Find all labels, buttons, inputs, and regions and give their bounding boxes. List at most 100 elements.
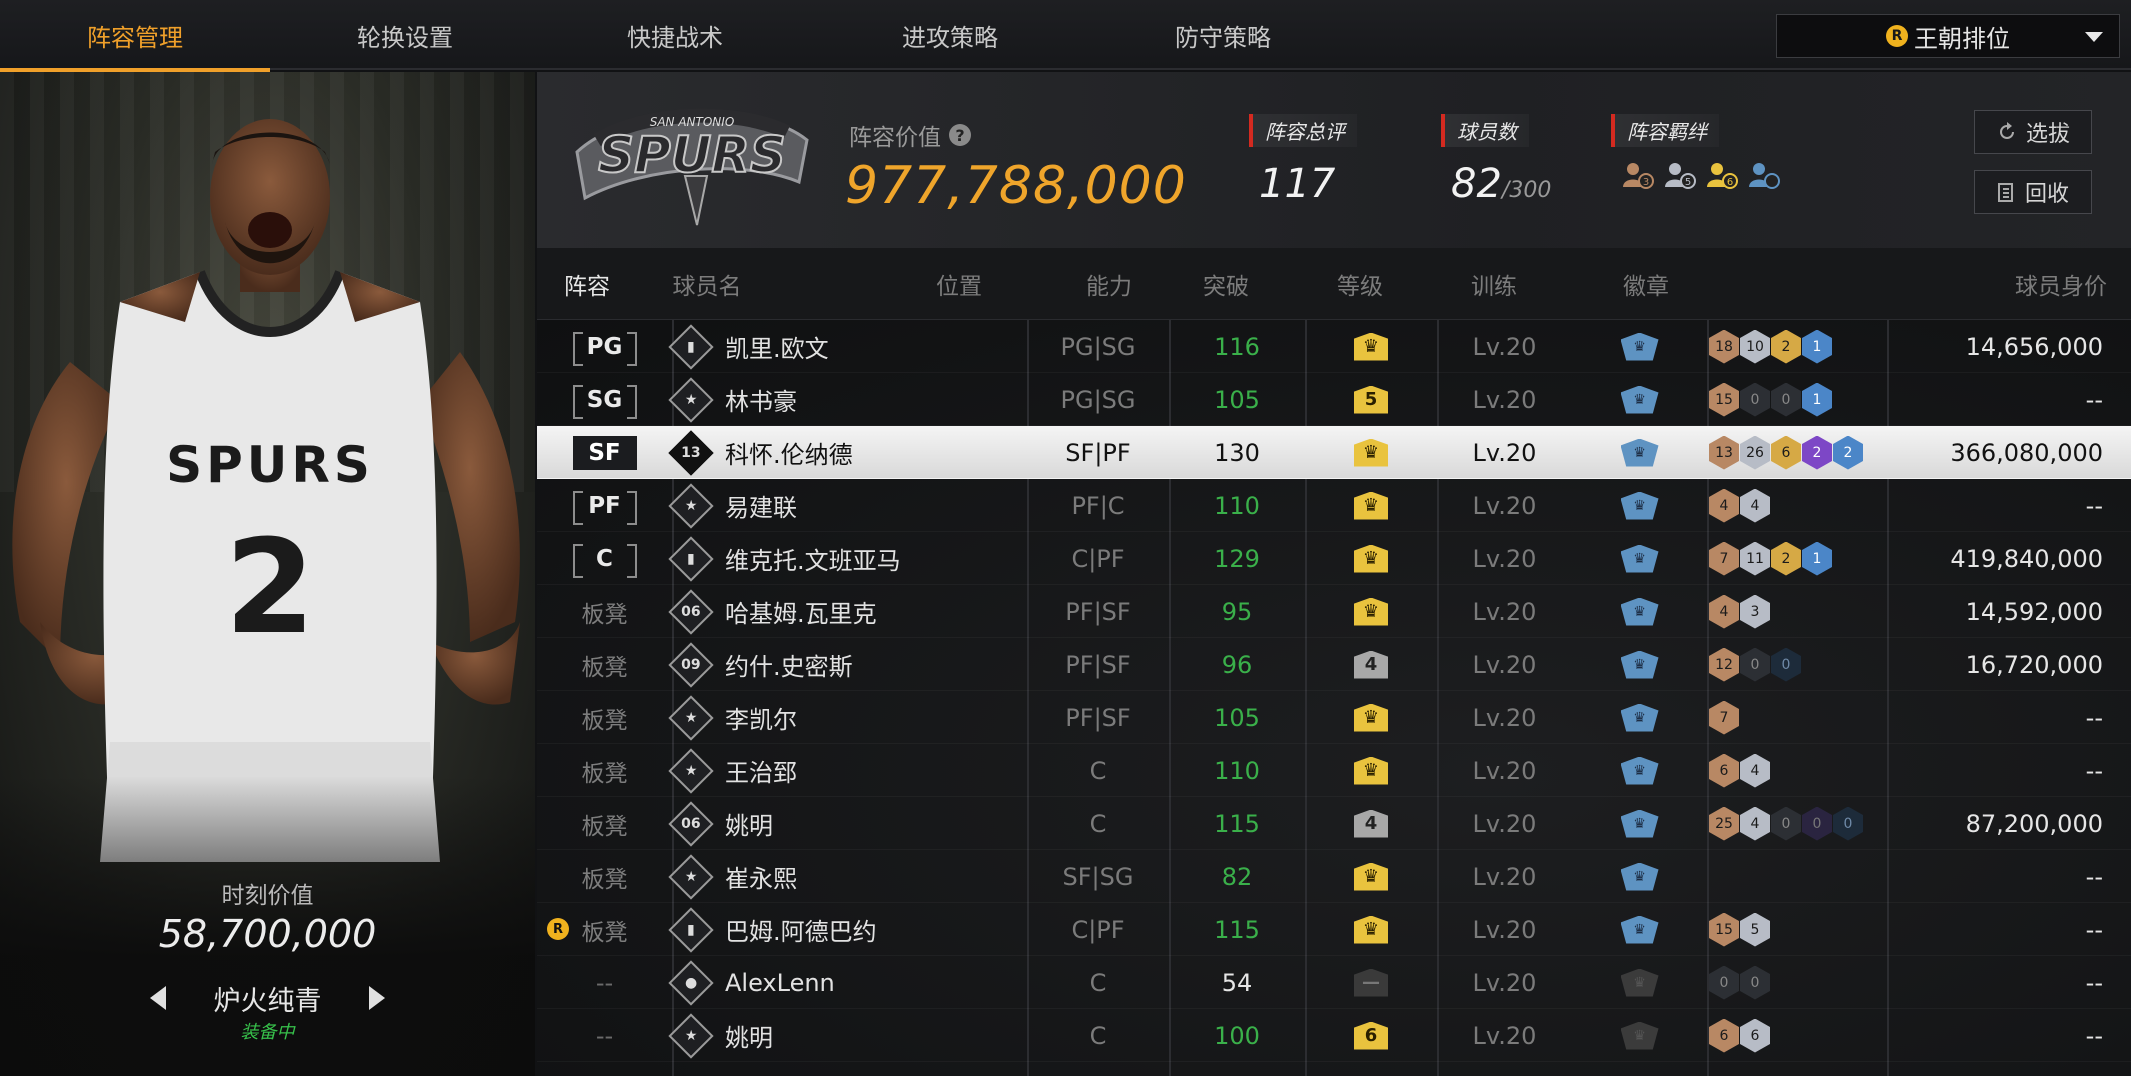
training-cell[interactable]: ♛ xyxy=(1572,585,1707,638)
badge-hex[interactable]: 13 xyxy=(1709,435,1739,470)
training-cell[interactable]: ♛ xyxy=(1572,956,1707,1009)
badge-hex[interactable]: 10 xyxy=(1740,329,1770,364)
training-cell[interactable]: ♛ xyxy=(1572,638,1707,691)
badge-hex[interactable]: 0 xyxy=(1740,647,1770,682)
badge-hex[interactable]: 1 xyxy=(1802,541,1832,576)
badge-hex[interactable]: 6 xyxy=(1709,753,1739,788)
badge-hex[interactable]: 0 xyxy=(1740,382,1770,417)
tab-rotation[interactable]: 轮换设置 xyxy=(270,0,540,70)
training-cell[interactable]: ♛ xyxy=(1572,426,1707,479)
training-cell[interactable]: ♛ xyxy=(1572,850,1707,903)
badge-hex[interactable]: 15 xyxy=(1709,912,1739,947)
ability-cell: 105 xyxy=(1214,703,1260,732)
player-value-cell: -- xyxy=(2085,756,2103,785)
badge-hex[interactable]: 26 xyxy=(1740,435,1770,470)
roster-row[interactable]: -- ● AlexLenn C 54 — Lv.20 ♛ 0 0 -- xyxy=(537,956,2131,1009)
training-cell[interactable]: ♛ xyxy=(1572,1009,1707,1062)
badge-hex[interactable]: 11 xyxy=(1740,541,1770,576)
player-value-cell: -- xyxy=(2085,968,2103,997)
badge-hex[interactable]: 25 xyxy=(1709,806,1739,841)
roster-row[interactable]: PF ★ 易建联 PF|C 110 ♛ Lv.20 ♛ 4 4 -- xyxy=(537,479,2131,532)
col-name[interactable]: 球员名 xyxy=(657,248,757,320)
roster-row[interactable]: 板凳 06 哈基姆.瓦里克 PF|SF 95 ♛ Lv.20 ♛ 4 3 14,592,000 xyxy=(537,585,2131,638)
next-skin-arrow-icon[interactable] xyxy=(369,986,385,1010)
player-capacity: /300 xyxy=(1501,178,1552,203)
badge-hex[interactable]: 18 xyxy=(1709,329,1739,364)
roster-row[interactable]: C ▮ 维克托.文班亚马 C|PF 129 ♛ Lv.20 ♛ 7 11 2 1 419,840,000 xyxy=(537,532,2131,585)
mode-dropdown[interactable]: R 王朝排位 xyxy=(1776,14,2120,58)
tab-quick-tactics[interactable]: 快捷战术 xyxy=(540,0,810,70)
training-cell[interactable]: ♛ xyxy=(1572,903,1707,956)
badge-hex[interactable]: 6 xyxy=(1709,1018,1739,1053)
training-cell[interactable]: ♛ xyxy=(1572,320,1707,373)
training-cell[interactable]: ♛ xyxy=(1572,691,1707,744)
badge-hex[interactable]: 12 xyxy=(1709,647,1739,682)
draft-button[interactable]: 选拔 xyxy=(1974,110,2092,154)
badge-hex[interactable]: 0 xyxy=(1709,965,1739,1000)
bond-silver-icon[interactable]: 5 xyxy=(1663,161,1697,191)
badge-hex[interactable]: 0 xyxy=(1802,806,1832,841)
player-name: 林书豪 xyxy=(725,388,797,416)
badge-hex[interactable]: 4 xyxy=(1740,753,1770,788)
badge-hex[interactable]: 1 xyxy=(1802,329,1832,364)
badge-hex[interactable]: 4 xyxy=(1709,594,1739,629)
tab-defense[interactable]: 防守策略 xyxy=(1088,0,1358,70)
tier-bars-icon: ▮ xyxy=(687,921,695,938)
badge-hex[interactable]: 2 xyxy=(1771,541,1801,576)
bond-bronze-icon[interactable]: 3 xyxy=(1621,161,1655,191)
training-cell[interactable]: ♛ xyxy=(1572,744,1707,797)
tab-offense[interactable]: 进攻策略 xyxy=(815,0,1085,70)
roster-row[interactable]: -- ★ 姚明 C 100 6 Lv.20 ♛ 6 6 -- xyxy=(537,1009,2131,1062)
col-training[interactable]: 训练 xyxy=(1427,248,1561,320)
badge-hex[interactable]: 15 xyxy=(1709,382,1739,417)
badge-hex[interactable]: 7 xyxy=(1709,541,1739,576)
badge-hex[interactable]: 2 xyxy=(1771,329,1801,364)
badge-hex[interactable]: 5 xyxy=(1740,912,1770,947)
badge-hex[interactable]: 4 xyxy=(1709,488,1739,523)
badge-hex[interactable]: 0 xyxy=(1771,806,1801,841)
badge-hex[interactable]: 0 xyxy=(1771,382,1801,417)
roster-row[interactable]: R 板凳 ▮ 巴姆.阿德巴约 C|PF 115 ♛ Lv.20 ♛ 15 5 -- xyxy=(537,903,2131,956)
slot-cell: SG xyxy=(537,373,672,426)
roster-row[interactable]: 板凳 ★ 崔永熙 SF|SG 82 ♛ Lv.20 ♛ -- xyxy=(537,850,2131,903)
badge-hex[interactable]: 7 xyxy=(1709,700,1739,735)
roster-row[interactable]: 板凳 ★ 李凯尔 PF|SF 105 ♛ Lv.20 ♛ 7 -- xyxy=(537,691,2131,744)
badge-hex[interactable]: 1 xyxy=(1802,382,1832,417)
training-cell[interactable]: ♛ xyxy=(1572,479,1707,532)
badge-hex[interactable]: 0 xyxy=(1771,647,1801,682)
col-badges[interactable]: 徽章 xyxy=(1561,248,1731,320)
ability-cell: 82 xyxy=(1221,862,1253,891)
badge-hex[interactable]: 6 xyxy=(1740,1018,1770,1053)
col-position[interactable]: 位置 xyxy=(859,248,1059,320)
roster-row[interactable]: 板凳 09 约什.史密斯 PF|SF 96 4 Lv.20 ♛ 12 0 0 16,720,000 xyxy=(537,638,2131,691)
recycle-button[interactable]: 回收 xyxy=(1974,170,2092,214)
roster-row[interactable]: SF 13 科怀.伦纳德 SF|PF 130 ♛ Lv.20 ♛ 13 26 6 2 2 366,080,… xyxy=(537,426,2131,479)
bond-blue-icon[interactable] xyxy=(1747,161,1781,191)
col-ability[interactable]: 能力 xyxy=(1059,248,1159,320)
col-slot[interactable]: 阵容 xyxy=(537,248,637,320)
col-player-value[interactable]: 球员身价 xyxy=(1907,248,2107,320)
roster-row[interactable]: 板凳 ★ 王治郅 C 110 ♛ Lv.20 ♛ 6 4 -- xyxy=(537,744,2131,797)
roster-row[interactable]: SG ★ 林书豪 PG|SG 105 5 Lv.20 ♛ 15 0 0 1 -- xyxy=(537,373,2131,426)
badge-hex[interactable]: 6 xyxy=(1771,435,1801,470)
roster-row[interactable]: PG ▮ 凯里.欧文 PG|SG 116 ♛ Lv.20 ♛ 18 10 2 1 14,656,000 xyxy=(537,320,2131,373)
badge-hex[interactable]: 0 xyxy=(1833,806,1863,841)
badge-hex[interactable]: 2 xyxy=(1833,435,1863,470)
badge-hex[interactable]: 0 xyxy=(1740,965,1770,1000)
tier-person-icon: ● xyxy=(684,974,698,991)
roster-row[interactable]: 板凳 06 姚明 C 115 4 Lv.20 ♛ 25 4 0 0 0 87,200,000 xyxy=(537,797,2131,850)
training-cell[interactable]: ♛ xyxy=(1572,373,1707,426)
col-level[interactable]: 等级 xyxy=(1293,248,1427,320)
prev-skin-arrow-icon[interactable] xyxy=(150,986,166,1010)
training-cell[interactable]: ♛ xyxy=(1572,797,1707,850)
badge-hex[interactable]: 4 xyxy=(1740,488,1770,523)
training-cell[interactable]: ♛ xyxy=(1572,532,1707,585)
badge-hex[interactable]: 4 xyxy=(1740,806,1770,841)
badge-hex[interactable]: 2 xyxy=(1802,435,1832,470)
badge-hex[interactable]: 3 xyxy=(1740,594,1770,629)
tab-lineup[interactable]: 阵容管理 xyxy=(0,0,270,72)
help-icon[interactable]: ? xyxy=(949,124,971,146)
col-breakthrough[interactable]: 突破 xyxy=(1159,248,1293,320)
player-tier-icon: 09 xyxy=(668,641,714,688)
bond-gold-icon[interactable]: 6 xyxy=(1705,161,1739,191)
